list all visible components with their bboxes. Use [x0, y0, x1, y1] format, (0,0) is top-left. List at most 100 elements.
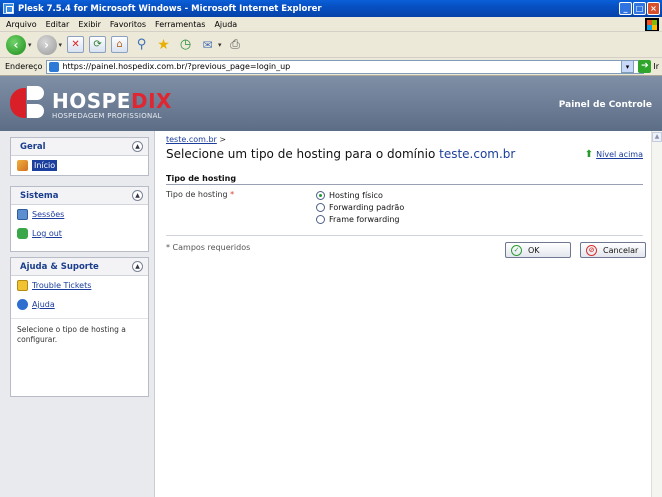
- sidebar-item-trouble-tickets[interactable]: Trouble Tickets: [11, 276, 148, 295]
- stop-icon[interactable]: ✕: [67, 36, 85, 53]
- page-favicon-icon: [49, 61, 60, 72]
- up-level-arrow-icon: ⬆: [584, 149, 594, 160]
- menu-ajuda[interactable]: Ajuda: [214, 20, 237, 29]
- home-nav-icon: [17, 160, 28, 171]
- menu-ferramentas[interactable]: Ferramentas: [155, 20, 205, 29]
- main-content: teste.com.br > Selecione um tipo de host…: [156, 131, 651, 497]
- vertical-scrollbar[interactable]: ▲: [651, 131, 662, 497]
- go-label: Ir: [653, 62, 659, 71]
- brand-name: HOSPEDIX: [52, 89, 172, 113]
- sidebar-item-sessoes[interactable]: Sessões: [11, 205, 148, 224]
- page-title-domain: teste.com.br: [439, 147, 516, 161]
- breadcrumb-separator: >: [219, 135, 227, 144]
- menu-bar: Arquivo Editar Exibir Favoritos Ferramen…: [0, 17, 662, 32]
- header-banner: HOSPEDIX HOSPEDAGEM PROFISSIONAL Painel …: [0, 76, 662, 131]
- address-dropdown-icon[interactable]: ▾: [621, 60, 634, 73]
- sidebar-item-label: Ajuda: [32, 300, 55, 309]
- address-url: https://painel.hospedix.com.br/?previous…: [62, 62, 291, 71]
- radio-option-hosting-fisico[interactable]: Hosting físico: [316, 189, 404, 201]
- hosting-type-label: Tipo de hosting *: [166, 190, 235, 199]
- nav-box-title: Geral: [20, 141, 46, 152]
- minimize-button[interactable]: _: [619, 2, 632, 15]
- section-divider: [166, 184, 643, 185]
- form-divider: [166, 235, 643, 236]
- breadcrumb-domain-link[interactable]: teste.com.br: [166, 135, 217, 144]
- page-title: Selecione um tipo de hosting para o domí…: [166, 147, 516, 161]
- sidebar-item-inicio[interactable]: Início: [11, 156, 148, 175]
- collapse-icon[interactable]: ▲: [132, 141, 143, 152]
- refresh-icon[interactable]: ⟳: [89, 36, 107, 53]
- panel-title: Painel de Controle: [558, 100, 652, 110]
- cancel-label: Cancelar: [603, 245, 639, 255]
- required-fields-note: * Campos requeridos: [166, 243, 251, 252]
- nav-box-header: Geral ▲: [11, 138, 148, 156]
- hosting-type-radio-group: Hosting físico Forwarding padrão Frame f…: [316, 189, 404, 225]
- mail-dropdown-icon[interactable]: ▾: [218, 41, 222, 49]
- forward-dropdown-icon[interactable]: ▾: [59, 41, 63, 49]
- maximize-button[interactable]: □: [633, 2, 646, 15]
- radio-label: Frame forwarding: [329, 214, 400, 224]
- search-icon[interactable]: ⚲: [133, 36, 150, 53]
- menu-arquivo[interactable]: Arquivo: [6, 20, 37, 29]
- sidebar-item-logout[interactable]: Log out: [11, 224, 148, 243]
- nav-box-sistema: Sistema ▲ Sessões Log out: [10, 186, 149, 252]
- radio-option-frame-forwarding[interactable]: Frame forwarding: [316, 213, 404, 225]
- nav-box-header: Sistema ▲: [11, 187, 148, 205]
- address-bar: Endereço https://painel.hospedix.com.br/…: [0, 58, 662, 76]
- radio-option-forwarding-padrao[interactable]: Forwarding padrão: [316, 201, 404, 213]
- address-label: Endereço: [5, 62, 43, 71]
- window-controls: _ □ ×: [619, 2, 660, 15]
- menu-editar[interactable]: Editar: [46, 20, 70, 29]
- ok-button[interactable]: ✓ OK: [505, 242, 571, 258]
- nav-box-title: Sistema: [20, 190, 59, 201]
- sessions-icon: [17, 209, 28, 220]
- up-level-label: Nível acima: [596, 150, 643, 159]
- nav-box-ajuda-suporte: Ajuda & Suporte ▲ Trouble Tickets Ajuda …: [10, 257, 149, 397]
- go-arrow-icon: ➔: [638, 60, 652, 73]
- back-dropdown-icon[interactable]: ▾: [28, 41, 32, 49]
- nav-box-geral: Geral ▲ Início: [10, 137, 149, 176]
- close-button[interactable]: ×: [647, 2, 660, 15]
- cancel-icon: ⊘: [586, 244, 597, 256]
- sidebar-item-ajuda[interactable]: Ajuda: [11, 295, 148, 314]
- home-icon[interactable]: ⌂: [111, 36, 129, 53]
- address-input[interactable]: https://painel.hospedix.com.br/?previous…: [46, 59, 645, 74]
- nav-box-title: Ajuda & Suporte: [20, 261, 99, 272]
- radio-button[interactable]: [316, 214, 325, 224]
- radio-label: Forwarding padrão: [329, 202, 405, 212]
- sidebar-item-label: Início: [32, 160, 58, 171]
- up-level-link[interactable]: ⬆ Nível acima: [585, 149, 643, 160]
- breadcrumb: teste.com.br >: [166, 135, 226, 144]
- sidebar-item-label: Log out: [32, 229, 62, 238]
- radio-button[interactable]: [316, 202, 325, 212]
- collapse-icon[interactable]: ▲: [132, 261, 143, 272]
- help-icon: [17, 299, 28, 310]
- ie-app-icon: [3, 3, 14, 14]
- sidebar-item-label: Trouble Tickets: [32, 281, 92, 290]
- print-icon[interactable]: ⎙: [227, 36, 244, 53]
- radio-button[interactable]: [316, 190, 325, 200]
- go-button[interactable]: ➔ Ir: [638, 60, 659, 73]
- history-icon[interactable]: ◷: [177, 36, 194, 53]
- window-title: Plesk 7.5.4 for Microsoft Windows - Micr…: [18, 3, 322, 14]
- radio-label: Hosting físico: [329, 190, 383, 200]
- menu-exibir[interactable]: Exibir: [78, 20, 101, 29]
- left-navigation: Geral ▲ Início Sistema ▲ Sessões Log out…: [0, 131, 155, 497]
- window-titlebar: Plesk 7.5.4 for Microsoft Windows - Micr…: [0, 0, 662, 17]
- checkmark-icon: ✓: [511, 244, 522, 256]
- hospedix-logo-icon: [10, 84, 44, 122]
- menu-favoritos[interactable]: Favoritos: [110, 20, 146, 29]
- back-icon[interactable]: ‹: [6, 34, 26, 55]
- context-help-text: Selecione o tipo de hosting a configurar…: [11, 318, 148, 351]
- favorites-icon[interactable]: ★: [155, 36, 172, 53]
- trouble-ticket-icon: [17, 280, 28, 291]
- brand-tagline: HOSPEDAGEM PROFISSIONAL: [52, 112, 162, 120]
- cancel-button[interactable]: ⊘ Cancelar: [580, 242, 646, 258]
- collapse-icon[interactable]: ▲: [132, 190, 143, 201]
- scroll-up-icon[interactable]: ▲: [652, 132, 662, 142]
- forward-icon[interactable]: ›: [36, 34, 57, 55]
- mail-icon[interactable]: ✉: [199, 36, 216, 53]
- sidebar-item-label: Sessões: [32, 210, 65, 219]
- browser-toolbar: ‹ ▾ › ▾ ✕ ⟳ ⌂ ⚲ ★ ◷ ✉ ▾ ⎙: [0, 32, 662, 58]
- nav-box-header: Ajuda & Suporte ▲: [11, 258, 148, 276]
